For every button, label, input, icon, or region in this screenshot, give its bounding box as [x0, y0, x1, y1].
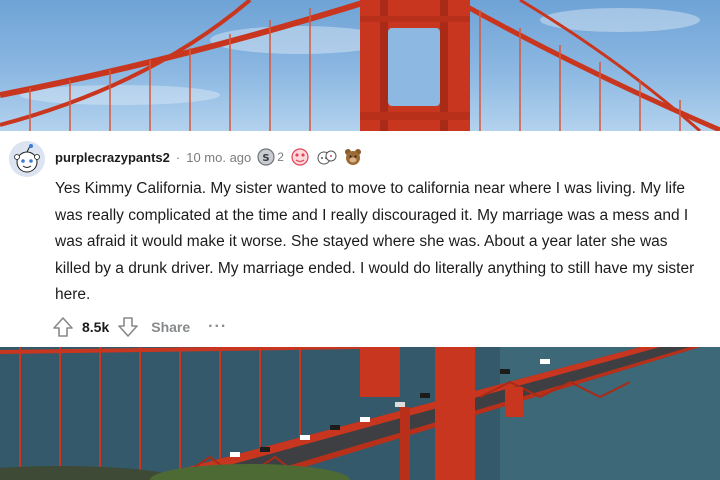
comment-actions: 8.5k Share ···: [52, 315, 227, 339]
heart-eyes-award-icon: [291, 148, 309, 166]
background-bottom-image: [0, 347, 720, 480]
award-silver[interactable]: S 2: [257, 148, 284, 166]
downvote-button[interactable]: [117, 316, 139, 338]
comment-meta: purplecrazypants2 · 10 mo. ago S 2: [55, 147, 362, 167]
bridge-deck-graphic: [0, 347, 720, 480]
more-options-button[interactable]: ···: [208, 318, 227, 336]
award-wholesome[interactable]: [316, 148, 338, 166]
award-bear[interactable]: [344, 148, 362, 166]
award-heart-eyes[interactable]: [290, 148, 310, 166]
user-avatar[interactable]: [9, 141, 45, 177]
downvote-arrow-icon: [118, 317, 139, 337]
comment-card: purplecrazypants2 · 10 mo. ago S 2 Yes K…: [0, 131, 720, 347]
bridge-tower-graphic: [0, 0, 720, 131]
comment-age[interactable]: 10 mo. ago: [186, 150, 251, 165]
upvote-button[interactable]: [52, 316, 74, 338]
share-label: Share: [151, 319, 191, 335]
comment-body: Yes Kimmy California. My sister wanted t…: [55, 180, 695, 303]
username-link[interactable]: purplecrazypants2: [55, 150, 170, 165]
upvote-arrow-icon: [53, 317, 73, 337]
meta-separator: ·: [175, 149, 181, 165]
share-button[interactable]: Share: [151, 319, 190, 335]
award-count: 2: [277, 150, 284, 164]
vote-count: 8.5k: [82, 319, 110, 335]
silver-award-icon: S: [257, 148, 275, 166]
svg-text:S: S: [263, 153, 270, 164]
snoo-avatar-icon: [9, 141, 45, 177]
background-top-image: [0, 0, 720, 131]
wholesome-award-icon: [317, 150, 337, 165]
bear-award-icon: [344, 149, 361, 165]
